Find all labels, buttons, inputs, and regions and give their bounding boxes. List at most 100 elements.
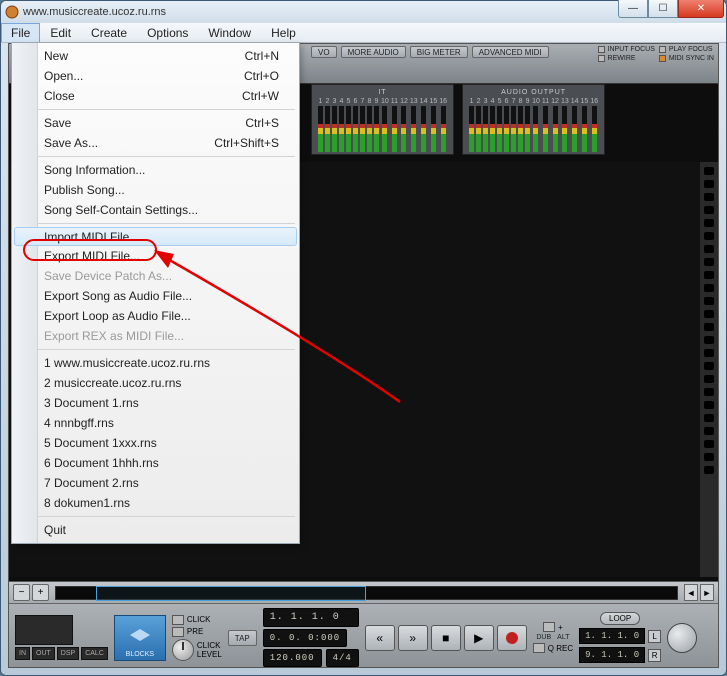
menu-item-label: Close (44, 89, 75, 103)
io-in: IN (15, 647, 30, 660)
film-hole (704, 349, 714, 357)
menu-item-song-self-contain-settings[interactable]: Song Self-Contain Settings... (14, 200, 297, 220)
menu-item-export-song-as-audio-file[interactable]: Export Song as Audio File... (14, 286, 297, 306)
click-label: CLICK (187, 615, 211, 624)
blocks-button[interactable]: BLOCKS (114, 615, 166, 661)
menu-item-import-midi-file[interactable]: Import MIDI File... (14, 227, 297, 246)
film-hole (704, 427, 714, 435)
timeline-track[interactable] (55, 586, 678, 600)
menu-item-open[interactable]: Open... Ctrl+O (14, 66, 297, 86)
minimize-button[interactable]: — (618, 0, 648, 18)
menu-separator (16, 156, 295, 157)
menu-item-save[interactable]: SaveCtrl+S (14, 113, 297, 133)
menu-item-export-loop-as-audio-file[interactable]: Export Loop as Audio File... (14, 306, 297, 326)
menu-item-new[interactable]: NewCtrl+N (14, 46, 297, 66)
menu-help[interactable]: Help (261, 23, 306, 42)
loop-end-display[interactable]: 9. 1. 1. 0 (579, 647, 645, 663)
loop-region[interactable] (96, 586, 366, 601)
film-hole (704, 310, 714, 318)
plus-label: + (558, 623, 563, 632)
menu-item-shortcut: Ctrl+O (244, 69, 279, 83)
menu-item-label: 6 Document 1hhh.rns (44, 456, 159, 470)
meter-channel-number: 7 (361, 98, 365, 105)
menu-separator (16, 349, 295, 350)
toolbar-more-audio[interactable]: MORE AUDIO (341, 46, 406, 58)
zoom-in-button[interactable]: + (32, 584, 49, 601)
menu-file[interactable]: File (1, 23, 40, 42)
toolbar-advanced-midi[interactable]: ADVANCED MIDI (472, 46, 549, 58)
loop-button[interactable]: LOOP (600, 612, 640, 625)
menu-item-quit[interactable]: Quit (14, 520, 297, 540)
timeline-next-button[interactable]: ► (700, 584, 714, 601)
menu-item-export-midi-file[interactable]: Export MIDI File... (14, 246, 297, 266)
pre-toggle[interactable] (172, 627, 184, 637)
rewind-button[interactable]: « (365, 625, 395, 651)
meter-channel: 4 (339, 98, 344, 152)
menu-edit[interactable]: Edit (40, 23, 81, 42)
tap-button[interactable]: TAP (228, 630, 257, 646)
menu-options[interactable]: Options (137, 23, 198, 42)
app-icon (5, 5, 19, 19)
menu-item-label: 3 Document 1.rns (44, 396, 139, 410)
meter-channel-number: 14 (420, 98, 428, 105)
film-edge-right (700, 162, 718, 577)
tempo-display[interactable]: 120.000 (263, 649, 322, 667)
film-hole (704, 219, 714, 227)
menu-create[interactable]: Create (81, 23, 137, 42)
zoom-out-button[interactable]: − (13, 584, 30, 601)
click-level-knob[interactable] (172, 639, 194, 661)
menu-item-label: Open... (44, 69, 83, 83)
film-hole (704, 167, 714, 175)
io-display (15, 615, 73, 645)
meter-bar (392, 106, 397, 152)
signature-display[interactable]: 4/4 (326, 649, 359, 667)
meter-bar (346, 106, 351, 152)
position-display[interactable]: 1. 1. 1. 0 (263, 608, 359, 627)
play-button[interactable]: ▶ (464, 625, 494, 651)
meter-bar (382, 106, 387, 152)
maximize-button[interactable]: ☐ (648, 0, 678, 18)
stop-button[interactable]: ■ (431, 625, 461, 651)
plus-toggle[interactable] (543, 622, 555, 632)
meter-channel: 13 (561, 98, 569, 152)
menu-item-4-nnnbgff-rns[interactable]: 4 nnnbgff.rns (14, 413, 297, 433)
meter-bar (360, 106, 365, 152)
meter-channel: 8 (367, 98, 372, 152)
menu-item-save-as[interactable]: Save As...Ctrl+Shift+S (14, 133, 297, 153)
meter-channel-number: 13 (410, 98, 418, 105)
menu-window[interactable]: Window (198, 23, 261, 42)
time-display[interactable]: 0. 0. 0:000 (263, 629, 347, 647)
menu-item-export-rex-as-midi-file: Export REX as MIDI File... (14, 326, 297, 346)
loop-right-button[interactable]: R (648, 649, 661, 662)
menu-item-publish-song[interactable]: Publish Song... (14, 180, 297, 200)
menu-item-1-www-musiccreate-ucoz-ru-rns[interactable]: 1 www.musiccreate.ucoz.ru.rns (14, 353, 297, 373)
menu-item-6-document-1hhh-rns[interactable]: 6 Document 1hhh.rns (14, 453, 297, 473)
timeline-prev-button[interactable]: ◄ (684, 584, 698, 601)
menu-item-shortcut: Ctrl+W (242, 89, 279, 103)
close-button[interactable]: ✕ (678, 0, 724, 18)
meter-channel-number: 14 (571, 98, 579, 105)
menu-item-5-document-1xxx-rns[interactable]: 5 Document 1xxx.rns (14, 433, 297, 453)
menu-item-8-dokumen1-rns[interactable]: 8 dokumen1.rns (14, 493, 297, 513)
forward-button[interactable]: » (398, 625, 428, 651)
menu-item-label: Song Information... (44, 163, 145, 177)
titlebar: www.musiccreate.ucoz.ru.rns — ☐ ✕ (1, 1, 726, 23)
jog-wheel[interactable] (667, 623, 697, 653)
record-button[interactable] (497, 625, 527, 651)
toolbar-vo[interactable]: VO (311, 46, 337, 58)
toolbar-big-meter[interactable]: BIG METER (410, 46, 468, 58)
menu-item-2-musiccreate-ucoz-ru-rns[interactable]: 2 musiccreate.ucoz.ru.rns (14, 373, 297, 393)
qrec-toggle[interactable] (533, 643, 545, 653)
menu-item-7-document-2-rns[interactable]: 7 Document 2.rns (14, 473, 297, 493)
meter-bar (421, 106, 426, 152)
loop-start-display[interactable]: 1. 1. 1. 0 (579, 628, 645, 644)
click-toggle[interactable] (172, 615, 184, 625)
menu-item-song-information[interactable]: Song Information... (14, 160, 297, 180)
menu-item-label: Quit (44, 523, 66, 537)
meter-bar (431, 106, 436, 152)
menu-item-3-document-1-rns[interactable]: 3 Document 1.rns (14, 393, 297, 413)
meter-bar (325, 106, 330, 152)
meter-channel: 6 (353, 98, 358, 152)
loop-left-button[interactable]: L (648, 630, 661, 643)
menu-item-close[interactable]: Close Ctrl+W (14, 86, 297, 106)
